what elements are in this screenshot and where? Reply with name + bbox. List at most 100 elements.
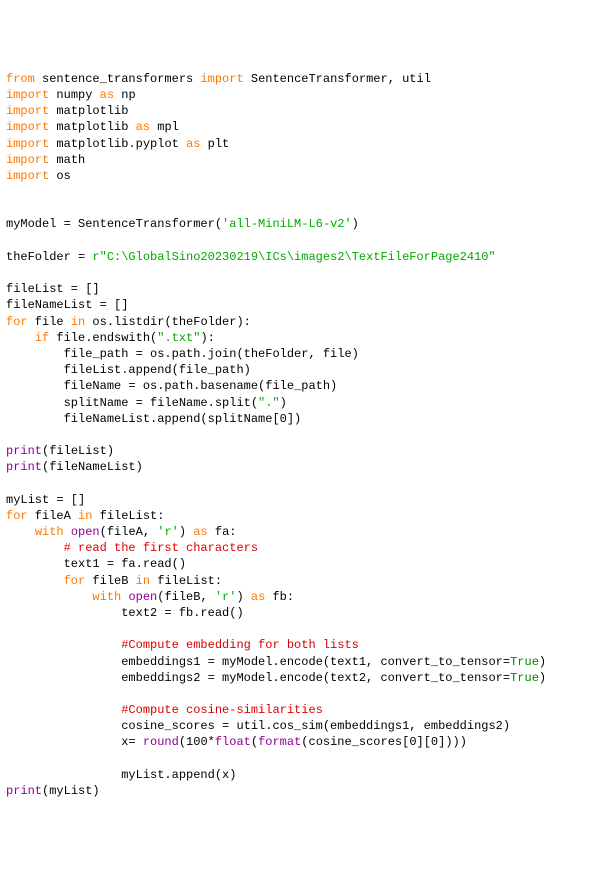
code-token [6, 638, 121, 652]
code-token: import [6, 88, 49, 102]
code-token: fileList: [92, 509, 164, 523]
code-token: (fileB, [157, 590, 215, 604]
code-line: import matplotlib [6, 104, 128, 118]
code-token: "." [258, 396, 280, 410]
code-token: 'r' [215, 590, 237, 604]
code-token [6, 590, 92, 604]
code-token: with [35, 525, 64, 539]
code-token: 'all-MiniLM-L6-v2' [222, 217, 352, 231]
code-token: ".txt" [157, 331, 200, 345]
code-token: np [114, 88, 136, 102]
code-token: (100* [179, 735, 215, 749]
code-token: matplotlib [49, 104, 128, 118]
code-token: import [200, 72, 243, 86]
code-token: numpy [49, 88, 99, 102]
code-token: in [71, 315, 85, 329]
code-token: print [6, 460, 42, 474]
code-token: text2 = fb.read() [6, 606, 244, 620]
code-token: math [49, 153, 85, 167]
code-token [64, 525, 71, 539]
code-token: open [71, 525, 100, 539]
code-token: os.listdir(theFolder): [85, 315, 251, 329]
code-token: print [6, 784, 42, 798]
code-token: embeddings1 = myModel.encode(text1, conv… [6, 655, 510, 669]
code-token: r"C:\GlobalSino20230219\ICs\images2\Text… [92, 250, 495, 264]
code-token: SentenceTransformer, util [244, 72, 431, 86]
code-token: fa: [208, 525, 237, 539]
code-line: for fileB in fileList: [6, 574, 222, 588]
code-token: fileNameList = [] [6, 298, 128, 312]
code-line: theFolder = r"C:\GlobalSino20230219\ICs\… [6, 250, 496, 264]
code-token: ) [236, 590, 250, 604]
code-token: 'r' [157, 525, 179, 539]
code-token: #Compute embedding for both lists [121, 638, 359, 652]
code-token: ) [539, 655, 546, 669]
code-token: for [6, 509, 28, 523]
code-token: as [136, 120, 150, 134]
code-line: x= round(100*float(format(cosine_scores[… [6, 735, 467, 749]
code-token: True [510, 671, 539, 685]
code-line: embeddings2 = myModel.encode(text2, conv… [6, 671, 546, 685]
code-line: fileList.append(file_path) [6, 363, 251, 377]
code-token: fileB [85, 574, 135, 588]
code-token: import [6, 169, 49, 183]
code-line: splitName = fileName.split(".") [6, 396, 287, 410]
code-token: with [92, 590, 121, 604]
code-line: #Compute embedding for both lists [6, 638, 359, 652]
code-token: splitName = fileName.split( [6, 396, 258, 410]
code-token: mpl [150, 120, 179, 134]
code-token: in [78, 509, 92, 523]
code-token: float [215, 735, 251, 749]
code-token: text1 = fa.read() [6, 557, 186, 571]
code-token: x= [6, 735, 143, 749]
code-line: myList.append(x) [6, 768, 236, 782]
code-token: os [49, 169, 71, 183]
code-token: myList.append(x) [6, 768, 236, 782]
code-token: fileA [28, 509, 78, 523]
code-token: (fileList) [42, 444, 114, 458]
code-token: ) [280, 396, 287, 410]
code-line: import os [6, 169, 71, 183]
code-line: import matplotlib as mpl [6, 120, 179, 134]
code-line: text1 = fa.read() [6, 557, 186, 571]
code-token: myModel = SentenceTransformer( [6, 217, 222, 231]
code-token: fileList = [] [6, 282, 100, 296]
code-token: fileName = os.path.basename(file_path) [6, 379, 337, 393]
code-line: import matplotlib.pyplot as plt [6, 137, 229, 151]
code-token: file.endswith( [49, 331, 157, 345]
code-line: fileList = [] [6, 282, 100, 296]
code-token: cosine_scores = util.cos_sim(embeddings1… [6, 719, 510, 733]
code-line: with open(fileA, 'r') as fa: [6, 525, 236, 539]
code-token: print [6, 444, 42, 458]
code-token: fileList: [150, 574, 222, 588]
code-line: #Compute cosine-similarities [6, 703, 323, 717]
code-token [6, 703, 121, 717]
code-token: myList = [] [6, 493, 85, 507]
code-line: cosine_scores = util.cos_sim(embeddings1… [6, 719, 510, 733]
code-token: from [6, 72, 35, 86]
code-line: myModel = SentenceTransformer('all-MiniL… [6, 217, 359, 231]
code-token: (myList) [42, 784, 100, 798]
code-token: open [128, 590, 157, 604]
code-line: text2 = fb.read() [6, 606, 244, 620]
code-token: round [143, 735, 179, 749]
code-token: plt [200, 137, 229, 151]
code-token: file [28, 315, 71, 329]
code-token: in [136, 574, 150, 588]
code-token: #Compute cosine-similarities [121, 703, 323, 717]
code-line: for file in os.listdir(theFolder): [6, 315, 251, 329]
code-token: ) [352, 217, 359, 231]
code-line: import math [6, 153, 85, 167]
code-token: ): [200, 331, 214, 345]
code-line: myList = [] [6, 493, 85, 507]
code-line: embeddings1 = myModel.encode(text1, conv… [6, 655, 546, 669]
code-token: matplotlib [49, 120, 135, 134]
code-line: print(fileNameList) [6, 460, 143, 474]
code-line: fileNameList.append(splitName[0]) [6, 412, 301, 426]
code-line: with open(fileB, 'r') as fb: [6, 590, 294, 604]
code-token [6, 574, 64, 588]
code-token: ) [179, 525, 193, 539]
code-line: fileNameList = [] [6, 298, 128, 312]
code-token: True [510, 655, 539, 669]
code-line: file_path = os.path.join(theFolder, file… [6, 347, 359, 361]
